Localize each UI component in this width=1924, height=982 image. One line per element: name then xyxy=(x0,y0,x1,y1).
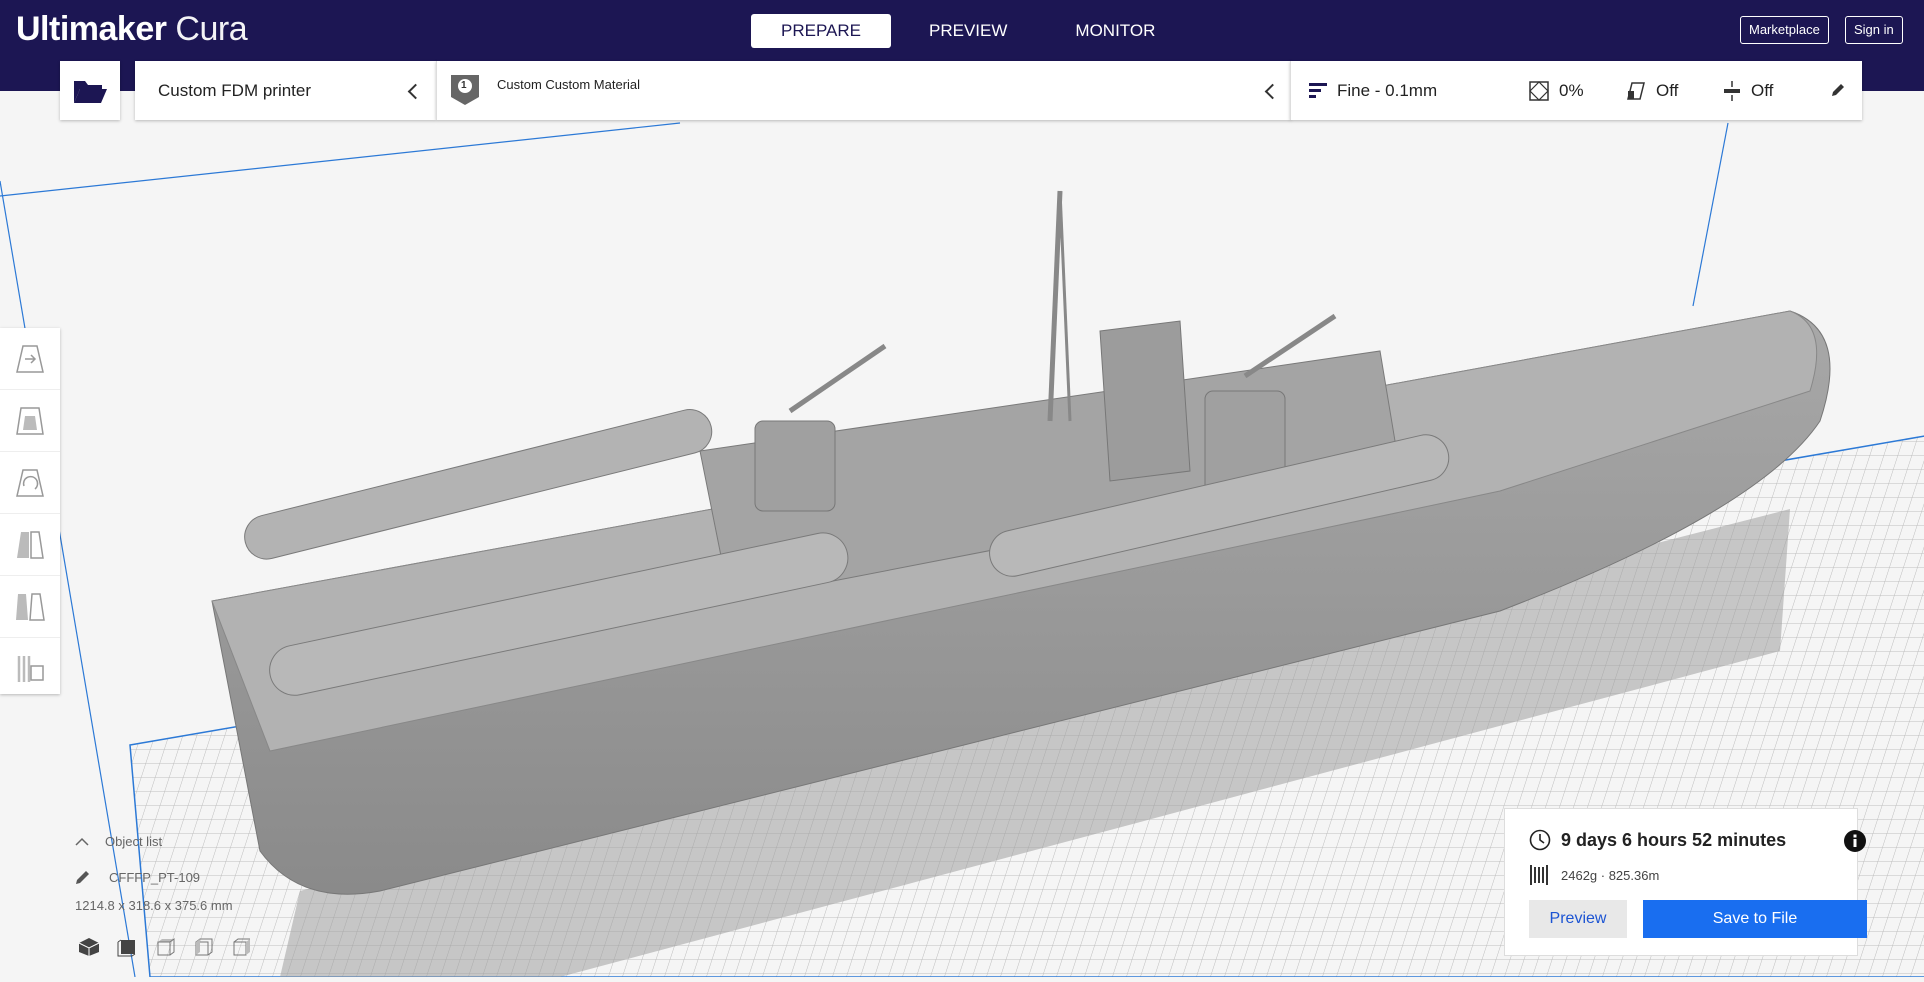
move-icon xyxy=(16,344,44,373)
view-front-button[interactable] xyxy=(116,937,138,962)
view-right-button[interactable] xyxy=(230,937,252,962)
print-time: 9 days 6 hours 52 minutes xyxy=(1561,829,1787,850)
scale-tool-button[interactable] xyxy=(0,390,60,452)
infill-setting[interactable]: 0% xyxy=(1529,81,1584,101)
material-selector[interactable]: 1 Custom Custom Material xyxy=(436,61,1291,120)
printer-name: Custom FDM printer xyxy=(158,81,312,100)
profile-label: Fine - 0.1mm xyxy=(1337,81,1438,100)
chevron-left-icon xyxy=(1264,83,1281,100)
tab-preview[interactable]: PREVIEW xyxy=(899,14,1037,48)
support-setting[interactable]: Off xyxy=(1626,81,1678,101)
adhesion-icon xyxy=(1724,81,1740,101)
spool-icon xyxy=(1530,865,1548,885)
per-model-settings-icon xyxy=(16,592,45,621)
print-info-panel: 9 days 6 hours 52 minutes 2462g · 825.36… xyxy=(1504,808,1867,956)
adhesion-value: Off xyxy=(1751,81,1774,100)
camera-view-buttons xyxy=(78,937,268,962)
scale-icon xyxy=(16,406,44,435)
marketplace-button[interactable]: Marketplace xyxy=(1740,16,1829,44)
object-name-row[interactable]: CFFFP_PT-109 xyxy=(75,866,233,888)
layers-icon xyxy=(1309,83,1327,98)
profile-setting[interactable]: Fine - 0.1mm xyxy=(1309,81,1437,101)
view-left-button[interactable] xyxy=(192,937,214,962)
support-value: Off xyxy=(1656,81,1679,100)
chevron-up-icon xyxy=(75,837,89,846)
rotate-icon xyxy=(16,468,44,497)
support-icon xyxy=(1627,82,1645,100)
object-list-header: Object list xyxy=(105,833,163,849)
support-blocker-button[interactable] xyxy=(0,638,60,699)
material-usage: 2462g · 825.36m xyxy=(1561,867,1660,883)
per-model-settings-button[interactable] xyxy=(0,576,60,638)
infill-icon xyxy=(1529,81,1549,101)
print-time-row: 9 days 6 hours 52 minutes xyxy=(1529,829,1786,851)
rotate-tool-button[interactable] xyxy=(0,452,60,514)
save-to-file-button[interactable]: Save to File xyxy=(1643,900,1867,938)
tab-monitor[interactable]: MONITOR xyxy=(1045,14,1185,48)
material-usage-row: 2462g · 825.36m xyxy=(1529,865,1659,885)
cube-right-icon xyxy=(233,938,250,956)
stage-tabs: PREPARE PREVIEW MONITOR xyxy=(751,14,1193,48)
cube-top-icon xyxy=(157,938,175,956)
material-name: Custom Custom Material xyxy=(497,77,641,92)
open-file-button[interactable] xyxy=(60,61,120,120)
tab-prepare[interactable]: PREPARE xyxy=(751,14,891,48)
app-logo: Ultimaker Cura xyxy=(16,10,248,49)
pencil-icon[interactable] xyxy=(1831,83,1845,97)
infill-value: 0% xyxy=(1559,81,1584,100)
cube-left-icon xyxy=(195,938,213,956)
cube-3d-icon xyxy=(78,938,100,956)
logo-light-text: Cura xyxy=(175,10,248,48)
transform-tool-strip xyxy=(0,328,60,694)
printer-selector[interactable]: Custom FDM printer xyxy=(135,61,436,120)
mirror-icon xyxy=(17,530,44,559)
object-list-panel: Object list CFFFP_PT-109 1214.8 x 318.6 … xyxy=(75,830,233,916)
object-dimensions: 1214.8 x 318.6 x 375.6 mm xyxy=(75,897,233,913)
folder-open-icon xyxy=(74,81,107,103)
object-name: CFFFP_PT-109 xyxy=(109,869,201,885)
sign-in-button[interactable]: Sign in xyxy=(1845,16,1903,44)
pencil-icon xyxy=(76,871,89,884)
mirror-tool-button[interactable] xyxy=(0,514,60,576)
preview-button[interactable]: Preview xyxy=(1529,900,1627,938)
move-tool-button[interactable] xyxy=(0,328,60,390)
view-3d-button[interactable] xyxy=(78,937,100,962)
cube-front-icon xyxy=(117,939,136,957)
info-icon[interactable] xyxy=(1843,829,1867,853)
extruder-number: 1 xyxy=(461,80,467,91)
support-blocker-icon xyxy=(17,655,44,682)
print-settings-bar[interactable]: Fine - 0.1mm 0% Off Off xyxy=(1290,61,1862,120)
clock-icon xyxy=(1529,829,1551,851)
chevron-left-icon xyxy=(407,83,424,100)
object-list-toggle[interactable]: Object list xyxy=(75,830,233,852)
view-top-button[interactable] xyxy=(154,937,176,962)
logo-bold-text: Ultimaker xyxy=(16,10,167,48)
adhesion-setting[interactable]: Off xyxy=(1723,81,1773,101)
